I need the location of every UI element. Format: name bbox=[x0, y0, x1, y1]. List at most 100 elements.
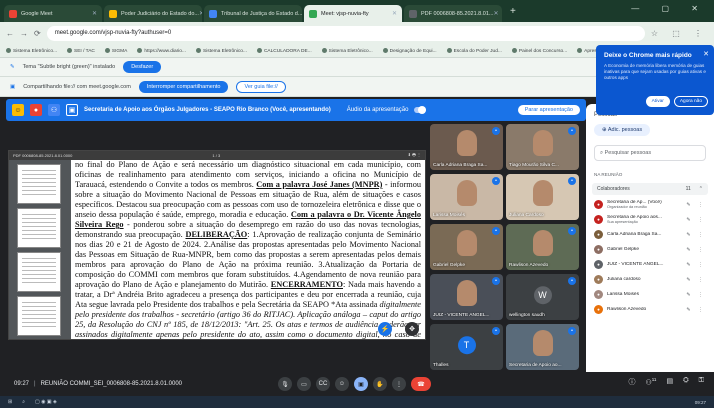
doc-line: anseio dessa população é saúde, emprego,… bbox=[75, 210, 289, 219]
pdf-thumbnail[interactable] bbox=[17, 208, 61, 248]
participant-tile[interactable]: • JUIZ - VICENTE ANGEL... bbox=[430, 274, 503, 320]
participant-video bbox=[532, 130, 553, 156]
participant-tile[interactable]: T • Thalles bbox=[430, 324, 503, 370]
chat-icon[interactable]: ▤ bbox=[666, 377, 673, 387]
add-people-button[interactable]: ⊕ Adic. pessoas bbox=[594, 124, 651, 136]
collaborators-group[interactable]: Colaboradores 11 ⌃ bbox=[592, 183, 708, 195]
microphone-icon[interactable]: 🎙 bbox=[278, 377, 292, 391]
url-field[interactable]: meet.google.com/vjsp-nuvia-fty?authuser=… bbox=[46, 25, 645, 41]
magic-icon[interactable]: ⚡ bbox=[378, 322, 392, 336]
people-icon[interactable]: ⚇ bbox=[48, 104, 60, 116]
close-tab-icon[interactable]: ✕ bbox=[92, 10, 97, 17]
leave-call-icon[interactable]: ☎ bbox=[411, 377, 431, 391]
browser-tab[interactable]: PDF 0006808-85.2021.8.01... ✕ bbox=[404, 5, 502, 22]
pdf-thumbnail[interactable] bbox=[17, 296, 61, 336]
shared-pdf-document[interactable]: PDF 0006808-85.2021.8.01.0000 1 / 3 ⬇ 🖶 … bbox=[8, 150, 426, 340]
participant-more-icon[interactable]: ✎ ⋮ bbox=[686, 202, 706, 208]
undo-theme-button[interactable]: Desfazer bbox=[123, 61, 162, 73]
participant-list-item[interactable]: ● Larissa Moisés ✎ ⋮ bbox=[586, 287, 714, 302]
activities-icon[interactable]: ⛭ bbox=[683, 377, 689, 387]
reload-icon[interactable]: ⟳ bbox=[34, 29, 41, 38]
participant-list-name: Larissa Moisés bbox=[607, 291, 639, 297]
record-icon[interactable]: ● bbox=[30, 104, 42, 116]
close-tab-icon[interactable]: ✕ bbox=[392, 10, 397, 17]
bookmark-item[interactable]: Designação de Equi... bbox=[383, 48, 437, 53]
forward-icon[interactable]: → bbox=[20, 29, 28, 38]
captions-icon[interactable]: CC bbox=[316, 377, 330, 391]
audio-toggle[interactable] bbox=[414, 106, 427, 114]
bookmark-item[interactable]: SEI / TAC bbox=[67, 48, 95, 53]
participant-tile[interactable]: • Rawlison Azevedo bbox=[506, 224, 579, 270]
participant-tile[interactable]: • Carla Adriana Braga Sa... bbox=[430, 124, 503, 170]
participant-list-item[interactable]: ● Gabriel Gelpke ✎ ⋮ bbox=[586, 242, 714, 257]
bookmark-item[interactable]: Sistema Eletrônico... bbox=[196, 48, 247, 53]
participant-list-item[interactable]: ● Juliana cardoso ✎ ⋮ bbox=[586, 272, 714, 287]
browser-tab[interactable]: Tribunal de Justiça do Estado d...✕ bbox=[204, 5, 302, 22]
search-people-input[interactable]: ⌕ Pesquisar pessoas bbox=[594, 145, 706, 161]
participant-tile[interactable]: • Gabriel Gelpke bbox=[430, 224, 503, 270]
participant-video bbox=[532, 180, 553, 206]
close-tab-icon[interactable]: ✕ bbox=[493, 10, 498, 17]
emoji-reaction-icon[interactable]: ☺ bbox=[335, 377, 349, 391]
participant-list-item[interactable]: ● Carla Adriana Braga Sa... ✎ ⋮ bbox=[586, 227, 714, 242]
more-options-icon[interactable]: ⋮ bbox=[392, 377, 406, 391]
camera-icon[interactable]: ▭ bbox=[297, 377, 311, 391]
stop-presenting-button[interactable]: Parar apresentação bbox=[517, 105, 580, 115]
participant-list-item[interactable]: ● Secretaria de Ap... (Você) Organizador d… bbox=[586, 197, 714, 212]
participant-tile[interactable]: • Secretaria de Apoio ao... bbox=[506, 324, 579, 370]
participant-tile[interactable]: W • wellington saudh bbox=[506, 274, 579, 320]
participant-more-icon[interactable]: ✎ ⋮ bbox=[686, 247, 706, 253]
new-tab-icon[interactable]: + bbox=[504, 6, 522, 17]
view-tab-button[interactable]: Ver guia file:// bbox=[236, 80, 286, 93]
participant-list-item[interactable]: ● Secretaria de Apoio aos... Sua apresenta… bbox=[586, 212, 714, 227]
activate-button[interactable]: Ativar bbox=[645, 96, 670, 107]
speaking-indicator-icon: • bbox=[568, 177, 576, 185]
browser-tab[interactable]: Meet: vjsp-nuvia-fty ✕ bbox=[304, 5, 402, 22]
close-icon[interactable]: ✕ bbox=[703, 50, 709, 58]
lock-icon[interactable]: ⚿ bbox=[699, 377, 704, 387]
participant-role: Sua apresentação bbox=[607, 220, 638, 225]
participant-more-icon[interactable]: ✎ ⋮ bbox=[686, 232, 706, 238]
bookmark-item[interactable]: SIGMA bbox=[105, 48, 127, 53]
info-icon[interactable]: ⓘ bbox=[628, 377, 635, 387]
participant-more-icon[interactable]: ✎ ⋮ bbox=[686, 292, 706, 298]
participant-more-icon[interactable]: ✎ ⋮ bbox=[686, 277, 706, 283]
participant-avatar: ● bbox=[594, 260, 603, 269]
participant-list-item[interactable]: ● Rawlison Azevedo ✎ ⋮ bbox=[586, 302, 714, 317]
close-tab-icon[interactable]: ✕ bbox=[199, 10, 202, 17]
stop-sharing-button[interactable]: Interromper compartilhamento bbox=[138, 80, 229, 93]
participant-avatar: T bbox=[457, 336, 476, 355]
browser-tab[interactable]: Google Meet ✕ bbox=[4, 5, 102, 22]
participant-tile[interactable]: • Juliana Cardoso bbox=[506, 174, 579, 220]
bookmark-item[interactable]: Sistema Eletrônico... bbox=[322, 48, 373, 53]
bookmark-item[interactable]: Escola do Poder Jud... bbox=[447, 48, 502, 53]
pin-icon[interactable]: ✥ bbox=[405, 322, 419, 336]
bookmark-item[interactable]: Painel dos Concurso... bbox=[512, 48, 567, 53]
pdf-tools-icon[interactable]: ⬇ 🖶 ⋮ bbox=[408, 152, 421, 159]
raise-hand-icon[interactable]: ✋ bbox=[373, 377, 387, 391]
windows-start-icon[interactable]: ⊞ bbox=[8, 399, 12, 405]
bookmark-item[interactable]: CALCULADORA DE... bbox=[257, 48, 312, 53]
bookmark-item[interactable]: https://www.diario... bbox=[137, 48, 186, 53]
people-count-icon[interactable]: ⚇11 bbox=[645, 377, 656, 387]
participant-more-icon[interactable]: ✎ ⋮ bbox=[686, 217, 706, 223]
participant-tile[interactable]: • Tiago Mourão Silva C... bbox=[506, 124, 579, 170]
present-now-icon[interactable]: ▣ bbox=[354, 377, 368, 391]
participant-more-icon[interactable]: ✎ ⋮ bbox=[686, 307, 706, 313]
browser-actions[interactable]: ☆ ⬚ ⋮ bbox=[651, 29, 708, 38]
participant-more-icon[interactable]: ✎ ⋮ bbox=[686, 262, 706, 268]
pdf-thumbnail[interactable] bbox=[17, 164, 61, 204]
pdf-thumbnail[interactable] bbox=[17, 252, 61, 292]
participant-tile[interactable]: • Larissa Moisés bbox=[430, 174, 503, 220]
back-icon[interactable]: ← bbox=[6, 29, 14, 38]
participant-list-item[interactable]: ● JUIZ - VICENTE ANGEL... ✎ ⋮ bbox=[586, 257, 714, 272]
window-controls[interactable]: — ▢ ✕ bbox=[631, 4, 708, 13]
bookmark-item[interactable]: Sistema Eletrônico... bbox=[6, 48, 57, 53]
taskbar-search-icon[interactable]: ⌕ bbox=[22, 399, 25, 405]
taskbar-apps-icon[interactable]: ▢ ◉ ▣ ◈ bbox=[35, 399, 57, 405]
tab-favicon-icon bbox=[209, 9, 217, 18]
sharing-infobar-text: Compartilhando file:// com meet.google.c… bbox=[23, 83, 131, 90]
browser-tab[interactable]: Poder Judiciário do Estado do... ✕ bbox=[104, 5, 202, 22]
emoji-icon[interactable]: ☺ bbox=[12, 104, 24, 116]
not-now-button[interactable]: Agora não bbox=[673, 96, 708, 107]
